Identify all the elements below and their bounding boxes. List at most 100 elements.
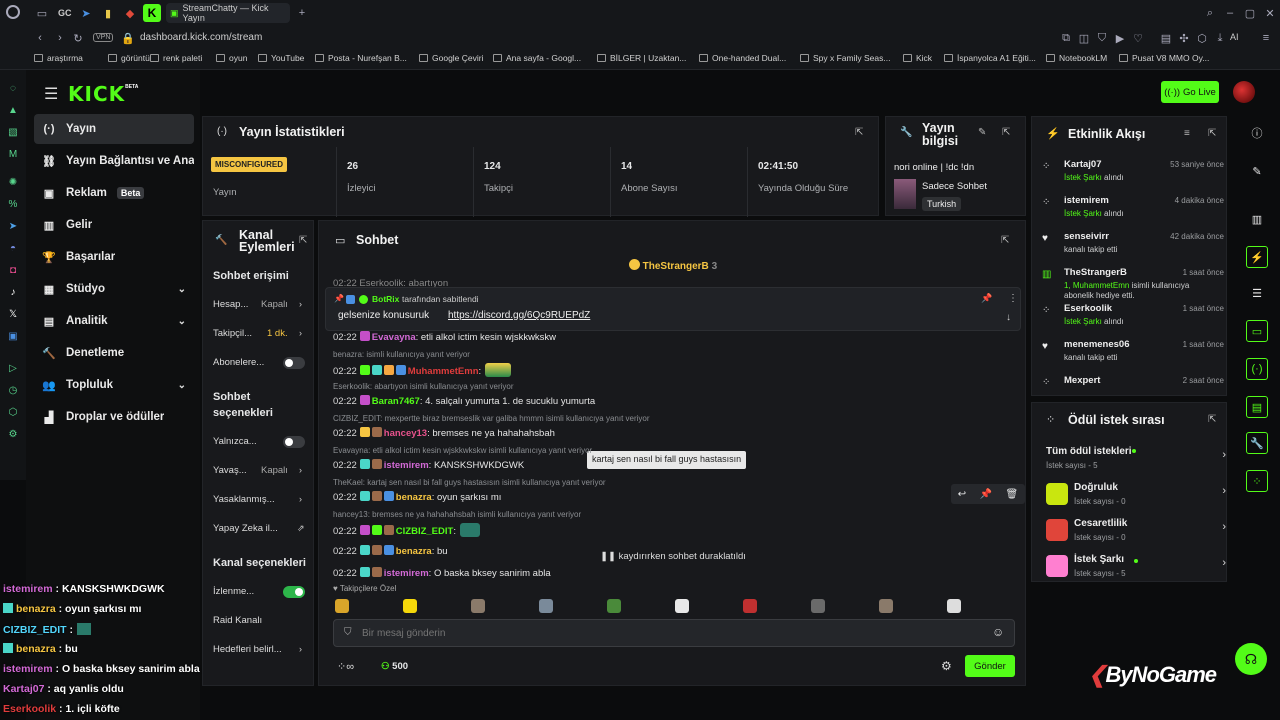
instagram-icon[interactable]: ◘: [5, 262, 21, 278]
menu-icon[interactable]: ≡: [1258, 30, 1274, 46]
activity-icon[interactable]: ⚡: [1246, 246, 1268, 268]
opera-logo-icon[interactable]: [6, 5, 20, 19]
nav-item-2[interactable]: ▣ Reklam Beta: [34, 178, 194, 208]
emote-icon[interactable]: [335, 599, 349, 613]
chat-settings-icon[interactable]: ⚙: [941, 659, 952, 673]
chat-message[interactable]: 02:22 benazra: bu: [333, 545, 448, 557]
nav-item-1[interactable]: ⛓Yayın Bağlantısı ve Anahtar: [34, 146, 194, 176]
bookmark-item[interactable]: Spy x Family Seas...: [800, 53, 890, 63]
watch-toggle[interactable]: [283, 586, 305, 598]
emote-icon[interactable]: [811, 599, 825, 613]
subscribers-only-toggle[interactable]: [283, 357, 305, 369]
chat-message[interactable]: 02:22 benazra: oyun şarkısı mı: [333, 491, 501, 503]
chat-input-box[interactable]: ⛉ ☺: [333, 619, 1015, 647]
expand-icon[interactable]: ⇱: [1208, 128, 1216, 139]
expand-icon[interactable]: ⇱: [299, 235, 307, 246]
chat-username[interactable]: benazra: [396, 492, 432, 503]
pinned-link[interactable]: https://discord.gg/6Qc9RUEPdZ: [448, 310, 590, 321]
bookmark-item[interactable]: NotebookLM: [1046, 53, 1107, 63]
download-icon[interactable]: ⤓: [1212, 30, 1228, 46]
emote-icon[interactable]: [471, 599, 485, 613]
bookmark-item[interactable]: İspanyolca A1 Eğiti...: [944, 53, 1036, 63]
wrench-icon[interactable]: 🔧: [1246, 432, 1268, 454]
banned-words-setting[interactable]: Yasaklanmış... ›: [213, 494, 313, 505]
edit-icon[interactable]: ✎: [1246, 160, 1268, 182]
player-icon[interactable]: ▷: [5, 360, 21, 376]
activity-item[interactable]: ♥ senseivirr 42 dakika önce kanalı takip et…: [1032, 231, 1226, 267]
emote-icon[interactable]: [879, 599, 893, 613]
filter-icon[interactable]: ≡: [1184, 128, 1190, 139]
tab-pin-icon[interactable]: ▮: [100, 5, 116, 21]
chat-message[interactable]: 02:22 istemirem: O baska bksey sanirim ab…: [333, 567, 551, 579]
chat-username[interactable]: istemirem: [384, 568, 429, 579]
m-icon[interactable]: M: [5, 146, 21, 162]
vk-icon[interactable]: ▣: [5, 328, 21, 344]
bookmark-item[interactable]: YouTube: [258, 53, 304, 63]
raid-channel-setting[interactable]: Raid Kanalı: [213, 615, 313, 626]
tiktok-icon[interactable]: ♪: [5, 284, 21, 300]
rewards-icon[interactable]: ⁘: [1246, 470, 1268, 492]
pin-message-icon[interactable]: 📌: [980, 489, 992, 500]
workspaces-icon[interactable]: ▭: [34, 5, 50, 21]
info-panel-icon[interactable]: ▤: [1246, 396, 1268, 418]
bookmark-item[interactable]: araştırma: [34, 53, 83, 63]
aria-icon[interactable]: ▲: [5, 102, 21, 118]
back-icon[interactable]: ‹: [32, 30, 48, 46]
discord-icon[interactable]: ◓: [5, 240, 21, 256]
account-age-setting[interactable]: Hesap... Kapalı ›: [213, 299, 313, 310]
percent-icon[interactable]: %: [5, 196, 21, 212]
chat-message[interactable]: 02:22 CIZBIZ_EDIT:: [333, 523, 480, 537]
x-icon[interactable]: 𝕏: [5, 306, 21, 322]
chat-username[interactable]: benazra: [396, 546, 432, 557]
support-headset-icon[interactable]: ☊: [1235, 643, 1267, 675]
search-icon[interactable]: ⌕: [1202, 5, 1218, 21]
activity-item[interactable]: ▥ TheStrangerB 1 saat önce 1, MuhammetEmn i…: [1032, 267, 1226, 303]
nav-item-6[interactable]: ▤ Analitik ⌄: [34, 306, 194, 336]
activity-item[interactable]: ⁘ Eserkoolik 1 saat önce İstek Şarkı alındı: [1032, 303, 1226, 339]
expand-icon[interactable]: ⇱: [1002, 127, 1010, 138]
nav-item-3[interactable]: ▥ Gelir: [34, 210, 194, 240]
emote-icon[interactable]: [947, 599, 961, 613]
wallet-icon[interactable]: ⬡: [1194, 30, 1210, 46]
slow-mode-setting[interactable]: Yavaş... Kapalı ›: [213, 465, 313, 476]
nav-item-4[interactable]: 🏆 Başarılar: [34, 242, 194, 272]
chat-username[interactable]: istemirem: [384, 460, 429, 471]
tab-pin-icon[interactable]: ➤: [78, 5, 94, 21]
reward-item[interactable]: Cesaretlilik İstek sayısı - 0 ›: [1046, 515, 1226, 549]
nav-item-8[interactable]: 👥 Topluluk ⌄: [34, 370, 194, 400]
bookmark-item[interactable]: Google Çeviri: [419, 53, 484, 63]
reply-icon[interactable]: ↩: [958, 489, 966, 500]
reload-icon[interactable]: ↻: [70, 30, 86, 46]
chat-message[interactable]: 02:22 MuhammetEmn:: [333, 363, 512, 377]
shield-icon[interactable]: ⛉: [1094, 30, 1110, 46]
vpn-badge[interactable]: VPN: [93, 33, 114, 42]
infinity-icon[interactable]: ⁘∞: [337, 660, 354, 673]
send-button[interactable]: Gönder: [965, 655, 1015, 677]
activity-item[interactable]: ⁘ istemirem 4 dakika önce İstek Şarkı alınd…: [1032, 195, 1226, 231]
reward-item[interactable]: Doğruluk İstek sayısı - 0 ›: [1046, 479, 1226, 513]
url-text[interactable]: dashboard.kick.com/stream: [140, 32, 262, 43]
maximize-icon[interactable]: ▢: [1242, 5, 1258, 21]
snapshot-icon[interactable]: ▤: [1158, 30, 1174, 46]
delete-icon[interactable]: 🗑: [1006, 489, 1019, 500]
bookmark-item[interactable]: oyun: [216, 53, 247, 63]
kick-tab-icon[interactable]: K: [143, 4, 161, 22]
chat-username[interactable]: CIZBIZ_EDIT: [396, 526, 454, 537]
ai-button[interactable]: AI: [1230, 32, 1239, 42]
ai-moderation-setting[interactable]: Yapay Zeka il... ⇗: [213, 523, 313, 534]
chat-input[interactable]: [362, 625, 962, 641]
channel-points[interactable]: ⚇ 500: [381, 661, 408, 672]
emote-icon[interactable]: [403, 599, 417, 613]
nav-item-0[interactable]: (·) Yayın: [34, 114, 194, 144]
chat-message[interactable]: 02:22 hancey13: bremses ne ya hahahahsbah: [333, 427, 555, 439]
forward-icon[interactable]: ›: [52, 30, 68, 46]
broadcast-icon[interactable]: (·): [1246, 358, 1268, 380]
stats-icon[interactable]: ▥: [1246, 208, 1268, 230]
bookmark-item[interactable]: Kick: [903, 53, 932, 63]
chat-username[interactable]: hancey13: [384, 428, 427, 439]
heart-icon[interactable]: ♡: [1130, 30, 1146, 46]
extension-icon[interactable]: ⧉: [1058, 30, 1074, 46]
history-icon[interactable]: ◷: [5, 382, 21, 398]
tab-streamchatty[interactable]: ▣ StreamChatty — Kick Yayın: [166, 3, 290, 23]
tab-pin-icon[interactable]: ◆: [122, 5, 138, 21]
